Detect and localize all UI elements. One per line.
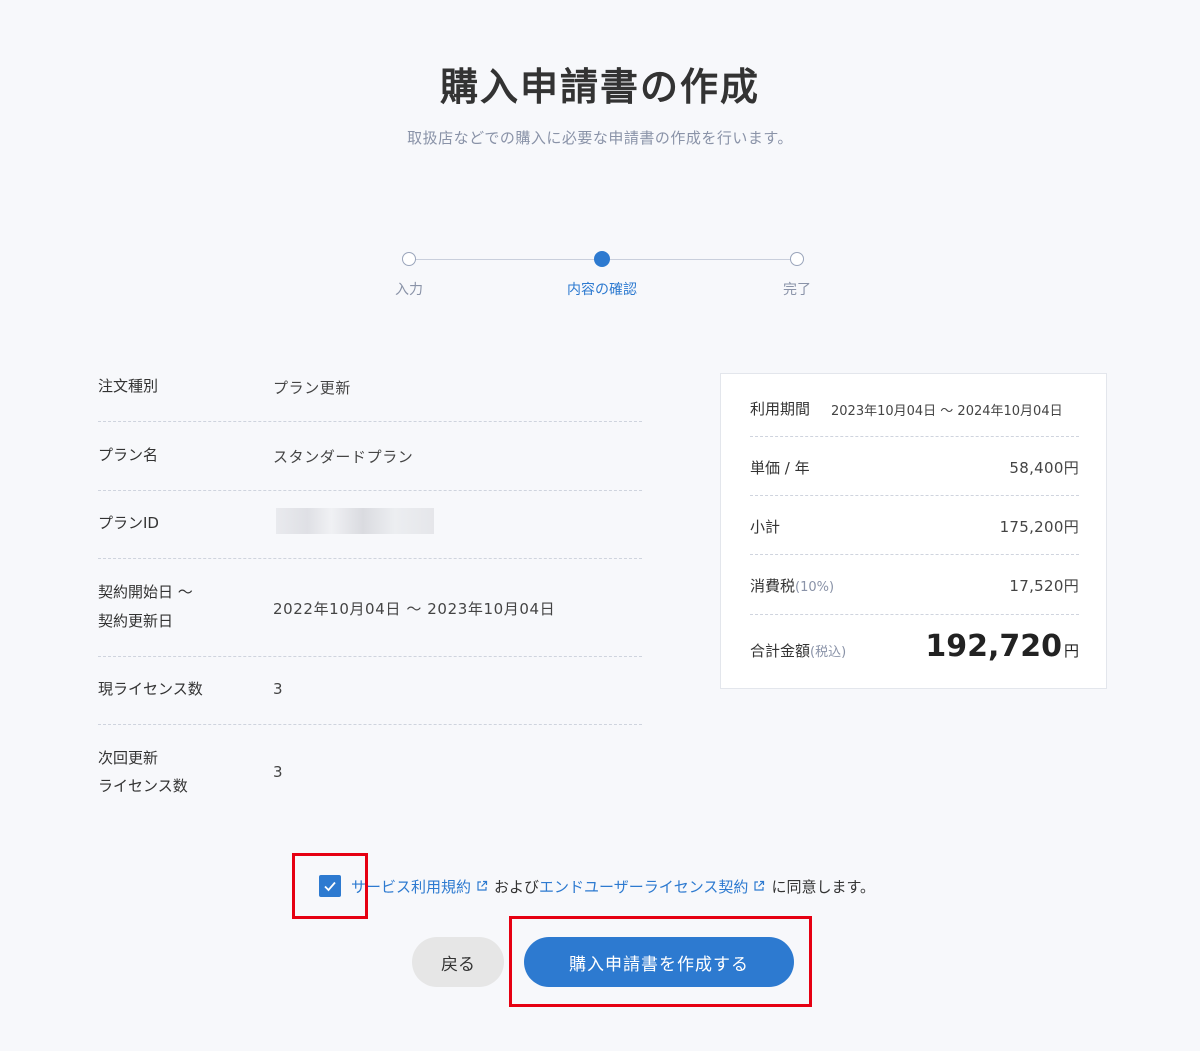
summary-key: 小計: [750, 518, 781, 536]
detail-row-contract-dates: 契約開始日 ～ 契約更新日 2022年10月04日 ～ 2023年10月04日: [98, 559, 642, 657]
total-amount: 192,720 円: [925, 629, 1079, 664]
summary-row-tax: 消費税(10%) 17,520円: [750, 555, 1079, 615]
detail-value: プラン更新: [273, 379, 352, 397]
detail-key-line2: 契約更新日: [98, 612, 174, 630]
detail-key: プランID: [98, 514, 159, 532]
total-value: 192,720: [925, 629, 1062, 664]
total-label: 合計金額: [750, 642, 811, 660]
eula-link[interactable]: エンドユーザーライセンス契約: [539, 876, 748, 897]
detail-key: プラン名: [98, 446, 159, 464]
detail-key: 現ライセンス数: [98, 680, 203, 698]
page-subtitle: 取扱店などでの購入に必要な申請書の作成を行います。: [407, 129, 793, 147]
external-link-icon: [753, 880, 765, 892]
terms-link[interactable]: サービス利用規約: [351, 876, 471, 897]
and-text: および: [494, 877, 540, 896]
back-button[interactable]: 戻る: [412, 937, 504, 987]
summary-row-unit-price: 単価 / 年 58,400円: [750, 437, 1079, 496]
tax-label: 消費税: [750, 577, 796, 595]
step-label-complete: 完了: [783, 282, 811, 298]
step-dot-input: [402, 252, 416, 266]
detail-row-plan-id: プランID: [98, 491, 642, 559]
highlight-checkbox: [292, 853, 368, 919]
summary-row-subtotal: 小計 175,200円: [750, 496, 1079, 555]
detail-row-current-licenses: 現ライセンス数 3: [98, 657, 642, 725]
detail-row-plan-name: プラン名 スタンダードプラン: [98, 422, 642, 491]
detail-row-order-type: 注文種別 プラン更新: [98, 353, 642, 422]
summary-key: 利用期間: [750, 400, 811, 418]
summary-key-tax: 消費税(10%): [750, 575, 834, 596]
page-title: 購入申請書の作成: [439, 65, 760, 109]
agree-suffix: に同意します。: [771, 877, 875, 896]
price-summary-card: 利用期間 2023年10月04日 ～ 2024年10月04日 単価 / 年 58…: [720, 373, 1107, 689]
detail-key-line2: ライセンス数: [98, 777, 188, 795]
redacted-plan-id: [276, 508, 434, 534]
summary-row-period: 利用期間 2023年10月04日 ～ 2024年10月04日: [750, 374, 1079, 437]
agreement-row: サービス利用規約 および エンドユーザーライセンス契約 に同意します。: [319, 874, 875, 898]
detail-key: 注文種別: [98, 377, 159, 395]
summary-value: 17,520円: [1009, 577, 1079, 595]
step-label-input: 入力: [395, 282, 423, 298]
detail-value: スタンダードプラン: [273, 448, 414, 466]
summary-period-value: 2023年10月04日 ～ 2024年10月04日: [831, 404, 1063, 419]
detail-value: 3: [273, 763, 284, 781]
step-dot-complete: [790, 252, 804, 266]
tax-rate: (10%): [795, 580, 835, 595]
detail-row-next-licenses: 次回更新 ライセンス数 3: [98, 725, 642, 815]
detail-value: 2022年10月04日 ～ 2023年10月04日: [273, 600, 556, 618]
step-label-confirm: 内容の確認: [567, 282, 637, 298]
summary-key: 単価 / 年: [750, 459, 810, 477]
external-link-icon: [476, 880, 488, 892]
detail-value: 3: [273, 680, 284, 698]
total-note: (税込): [810, 645, 847, 660]
detail-key-line1: 契約開始日 ～: [98, 583, 193, 601]
summary-key-total: 合計金額(税込): [750, 640, 846, 661]
summary-value: 58,400円: [1009, 459, 1079, 477]
summary-row-total: 合計金額(税込) 192,720 円: [750, 615, 1079, 689]
step-dot-confirm: [594, 251, 610, 267]
total-unit: 円: [1063, 642, 1079, 660]
detail-key-line1: 次回更新: [98, 749, 159, 767]
create-application-button[interactable]: 購入申請書を作成する: [524, 937, 794, 987]
summary-value: 175,200円: [999, 518, 1079, 536]
